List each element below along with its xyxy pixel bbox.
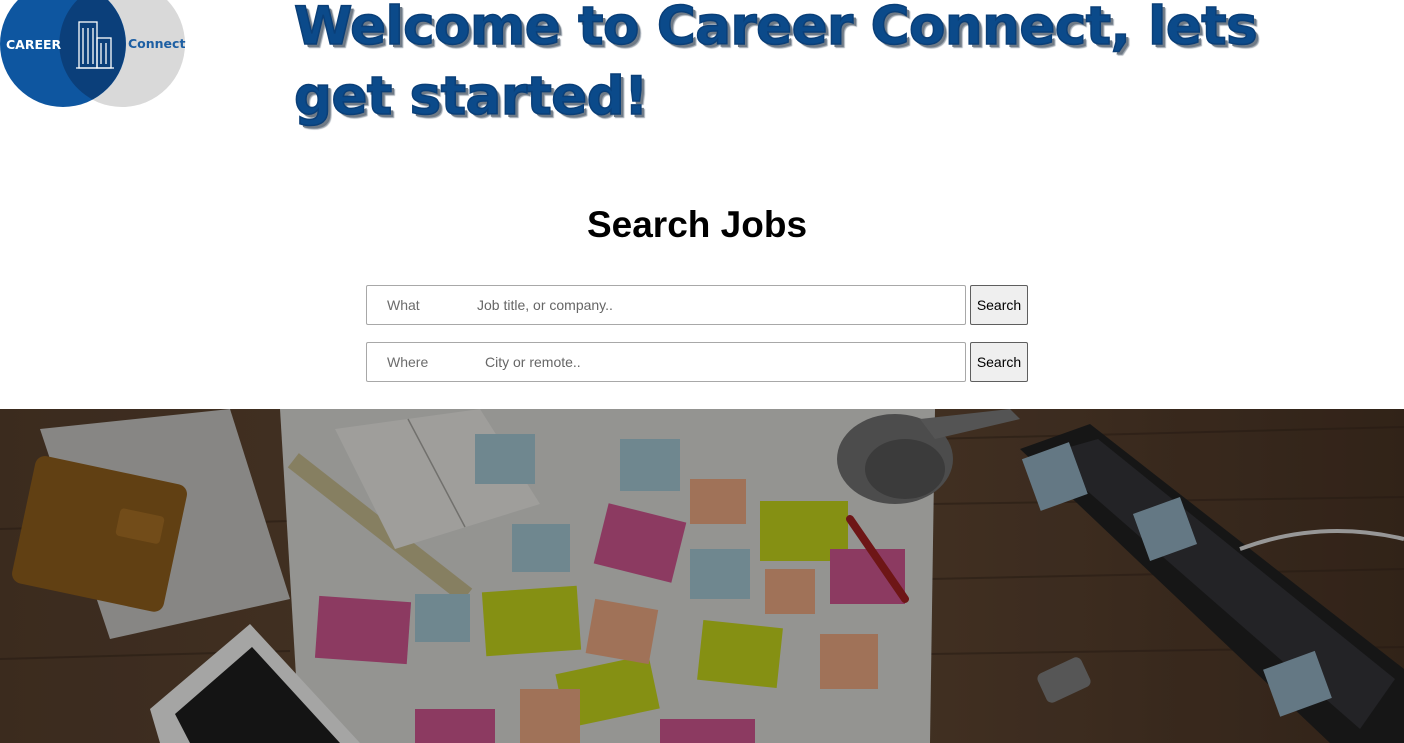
hero-desk-image (0, 409, 1404, 743)
what-search-button[interactable]: Search (970, 285, 1028, 325)
what-label: What (387, 297, 420, 313)
where-label: Where (387, 354, 429, 370)
where-input[interactable] (485, 343, 947, 381)
where-search-field: Where (366, 342, 966, 382)
career-connect-logo[interactable]: CAREER Connect (0, 0, 190, 110)
where-search-row: Where Search (366, 342, 1030, 384)
logo-right-text: Connect (128, 36, 185, 51)
logo-left-text: CAREER (6, 37, 62, 52)
what-search-row: What Search (366, 285, 1030, 327)
what-search-field: What (366, 285, 966, 325)
what-input[interactable] (477, 286, 947, 324)
page: CAREER Connect Welcome to Career Connect… (0, 0, 1404, 743)
search-jobs-title: Search Jobs (586, 204, 808, 245)
where-search-button[interactable]: Search (970, 342, 1028, 382)
welcome-heading: Welcome to Career Connect, lets get star… (293, 0, 1258, 128)
